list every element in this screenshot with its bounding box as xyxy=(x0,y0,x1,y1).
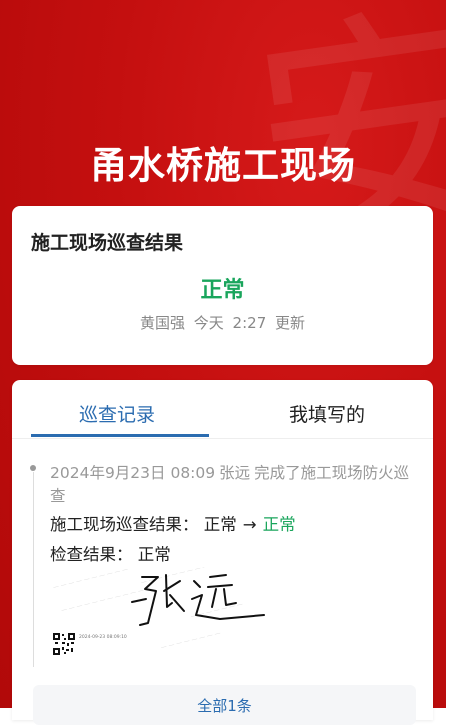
result-from: 正常 xyxy=(203,515,237,534)
tab-bar: 巡查记录 我填写的 xyxy=(12,380,433,439)
signature-icon xyxy=(131,574,265,626)
record-user: 张远 xyxy=(219,464,251,482)
check-label: 检查结果： xyxy=(50,545,133,564)
view-all-button[interactable]: 全部1条 xyxy=(33,685,416,725)
result-to: 正常 xyxy=(262,515,296,534)
record-result-line: 施工现场巡查结果： 正常 → 正常 xyxy=(50,511,296,535)
signature-image[interactable]: — — — — — — — — — — — — — — — — — — — — … xyxy=(50,567,285,667)
right-edge-strip xyxy=(446,0,452,708)
signature-stamp-text: 2024-09-23 08:09:10 xyxy=(79,635,139,641)
record-check-line: 检查结果： 正常 xyxy=(50,541,171,565)
qr-code-icon xyxy=(53,633,75,655)
timeline-dot xyxy=(30,465,36,471)
summary-title: 施工现场巡查结果 xyxy=(31,232,184,254)
result-label: 施工现场巡查结果： xyxy=(50,515,199,534)
updated-time: 2:27 xyxy=(232,314,267,332)
updated-line: 黄国强 今天 2:27 更新 xyxy=(12,312,433,333)
stamp-date: 2024-09-23 08:09:10 xyxy=(79,635,127,640)
tab-my-submissions[interactable]: 我填写的 xyxy=(222,400,432,427)
records-card: 巡查记录 我填写的 2024年9月23日 08:09 张远 完成了施工现场防火巡查 … xyxy=(12,380,433,725)
tab-inspection-records[interactable]: 巡查记录 xyxy=(12,400,222,427)
check-value: 正常 xyxy=(137,545,171,564)
record-header: 2024年9月23日 08:09 张远 完成了施工现场防火巡查 xyxy=(50,462,416,508)
summary-status: 正常 xyxy=(200,278,245,303)
result-arrow-icon: → xyxy=(242,515,257,534)
page-title: 甬水桥施工现场 xyxy=(90,144,356,187)
updated-by: 黄国强 xyxy=(139,314,185,332)
active-tab-indicator xyxy=(31,434,209,437)
timeline-line xyxy=(33,472,34,667)
record-datetime: 2024年9月23日 08:09 xyxy=(50,464,216,482)
updated-suffix: 更新 xyxy=(275,314,306,332)
updated-day: 今天 xyxy=(193,314,224,332)
summary-card: 施工现场巡查结果 正常 黄国强 今天 2:27 更新 xyxy=(12,206,433,365)
